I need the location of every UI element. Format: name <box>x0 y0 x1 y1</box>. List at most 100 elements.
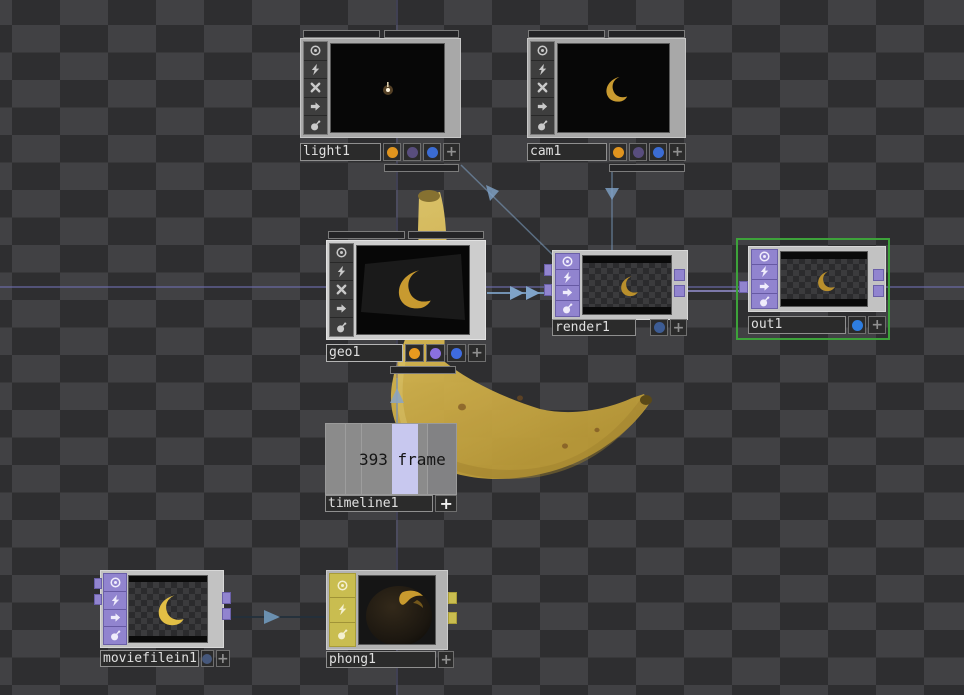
bomb-flag-icon[interactable] <box>556 301 579 316</box>
cam1-viewer[interactable] <box>557 43 670 133</box>
render1-input-connector[interactable] <box>544 284 552 296</box>
geo1-add-flag-button[interactable]: + <box>468 344 486 362</box>
geo1-flag-purple[interactable] <box>426 344 445 362</box>
node-moviefilein1[interactable] <box>100 570 224 648</box>
out1-add-flag-button[interactable]: + <box>868 316 886 334</box>
node-geo1[interactable] <box>326 240 486 340</box>
cam1-top-connector[interactable] <box>528 30 605 38</box>
geo1-top-connector[interactable] <box>408 231 484 239</box>
out1-name-label[interactable]: out1 <box>748 316 846 334</box>
timeline1-name-label[interactable]: timeline1 <box>325 495 433 512</box>
wire-cam1-render1[interactable] <box>605 165 619 250</box>
render1-output-connector[interactable] <box>674 285 685 297</box>
node-render1[interactable] <box>552 250 688 320</box>
timeline1-add-flag-button[interactable]: + <box>435 495 457 512</box>
viewer-flag-icon[interactable] <box>531 42 554 61</box>
cam1-bottom-connector[interactable] <box>609 164 685 172</box>
bomb-flag-icon[interactable] <box>330 318 353 336</box>
bomb-flag-icon[interactable] <box>304 116 327 134</box>
phong1-viewer[interactable] <box>358 575 436 645</box>
node-light1[interactable] <box>300 38 461 138</box>
render1-input-connector[interactable] <box>544 264 552 276</box>
render1-viewer[interactable] <box>582 255 672 315</box>
render1-flag-blue[interactable] <box>650 319 668 336</box>
lightning-flag-icon[interactable] <box>304 61 327 80</box>
geo1-name-label[interactable]: geo1 <box>326 344 403 362</box>
cam1-add-flag-button[interactable]: + <box>669 143 686 161</box>
geo1-flag-blue[interactable] <box>447 344 466 362</box>
light1-flag-blue[interactable] <box>423 143 441 161</box>
wire-geo1-render1[interactable] <box>487 286 548 300</box>
arrow-flag-icon[interactable] <box>556 286 579 302</box>
light1-bottom-connector[interactable] <box>384 164 459 172</box>
cam1-top-connector[interactable] <box>608 30 685 38</box>
node-cam1[interactable] <box>527 38 686 138</box>
phong1-output-connector[interactable] <box>448 592 457 604</box>
moviefilein1-name-label[interactable]: moviefilein1 <box>100 650 199 667</box>
moviefilein1-viewer[interactable] <box>128 575 208 643</box>
wire-timeline1-geo1[interactable] <box>390 378 404 423</box>
lightning-flag-icon[interactable] <box>531 61 554 80</box>
viewer-flag-icon[interactable] <box>104 574 126 592</box>
lightning-flag-icon[interactable] <box>556 270 579 286</box>
out1-input-connector[interactable] <box>739 281 748 293</box>
cam1-flag-purple[interactable] <box>629 143 647 161</box>
arrow-flag-icon[interactable] <box>104 610 126 628</box>
bomb-flag-icon[interactable] <box>104 627 126 644</box>
moviefilein1-output-connector[interactable] <box>222 608 231 620</box>
arrow-flag-icon[interactable] <box>531 98 554 117</box>
moviefilein1-input-connector[interactable] <box>94 578 102 589</box>
arrow-flag-icon[interactable] <box>330 300 353 319</box>
out1-flag-blue[interactable] <box>848 316 867 334</box>
x-flag-icon[interactable] <box>330 281 353 300</box>
node-out1[interactable] <box>748 246 886 312</box>
geo1-top-connector[interactable] <box>328 231 405 239</box>
bomb-flag-icon[interactable] <box>330 623 355 646</box>
network-editor-canvas[interactable]: light1 + cam1 + <box>0 0 964 695</box>
light1-flag-purple[interactable] <box>403 143 421 161</box>
viewer-flag-icon[interactable] <box>752 250 777 265</box>
render1-output-connector[interactable] <box>674 269 685 281</box>
cam1-name-label[interactable]: cam1 <box>527 143 607 161</box>
light1-top-connector[interactable] <box>384 30 459 38</box>
arrow-flag-icon[interactable] <box>304 98 327 117</box>
x-flag-icon[interactable] <box>531 79 554 98</box>
geo1-viewer[interactable] <box>356 245 470 335</box>
bomb-flag-icon[interactable] <box>752 294 777 308</box>
light1-add-flag-button[interactable]: + <box>443 143 460 161</box>
light1-flag-orange[interactable] <box>383 143 401 161</box>
moviefilein1-add-flag-button[interactable]: + <box>216 650 230 667</box>
geo1-bottom-connector[interactable] <box>390 366 456 374</box>
bomb-flag-icon[interactable] <box>531 116 554 134</box>
cam1-flag-orange[interactable] <box>609 143 627 161</box>
viewer-flag-icon[interactable] <box>330 574 355 598</box>
timeline1-body[interactable]: 393 frame <box>325 423 457 495</box>
out1-output-connector[interactable] <box>873 269 884 281</box>
viewer-flag-icon[interactable] <box>556 254 579 270</box>
x-flag-icon[interactable] <box>304 79 327 98</box>
lightning-flag-icon[interactable] <box>104 592 126 610</box>
phong1-output-connector[interactable] <box>448 612 457 624</box>
light1-name-label[interactable]: light1 <box>300 143 381 161</box>
lightning-flag-icon[interactable] <box>330 263 353 282</box>
out1-viewer[interactable] <box>780 251 868 307</box>
render1-name-label[interactable]: render1 <box>552 319 636 336</box>
arrow-flag-icon[interactable] <box>752 280 777 295</box>
moviefilein1-input-connector[interactable] <box>94 594 102 605</box>
viewer-flag-icon[interactable] <box>304 42 327 61</box>
out1-output-connector[interactable] <box>873 285 884 297</box>
wire-moviefilein1-phong1[interactable] <box>232 610 325 624</box>
node-phong1[interactable] <box>326 570 448 650</box>
lightning-flag-icon[interactable] <box>752 265 777 280</box>
lightning-flag-icon[interactable] <box>330 598 355 622</box>
light1-viewer[interactable] <box>330 43 445 133</box>
light1-top-connector[interactable] <box>303 30 380 38</box>
phong1-name-label[interactable]: phong1 <box>326 651 436 668</box>
render1-add-flag-button[interactable]: + <box>670 319 687 336</box>
cam1-flag-blue[interactable] <box>649 143 667 161</box>
phong1-add-flag-button[interactable]: + <box>438 651 454 668</box>
moviefilein1-output-connector[interactable] <box>222 592 231 604</box>
viewer-flag-icon[interactable] <box>330 244 353 263</box>
moviefilein1-flag-blue[interactable] <box>201 650 214 667</box>
geo1-flag-orange[interactable] <box>405 344 424 362</box>
